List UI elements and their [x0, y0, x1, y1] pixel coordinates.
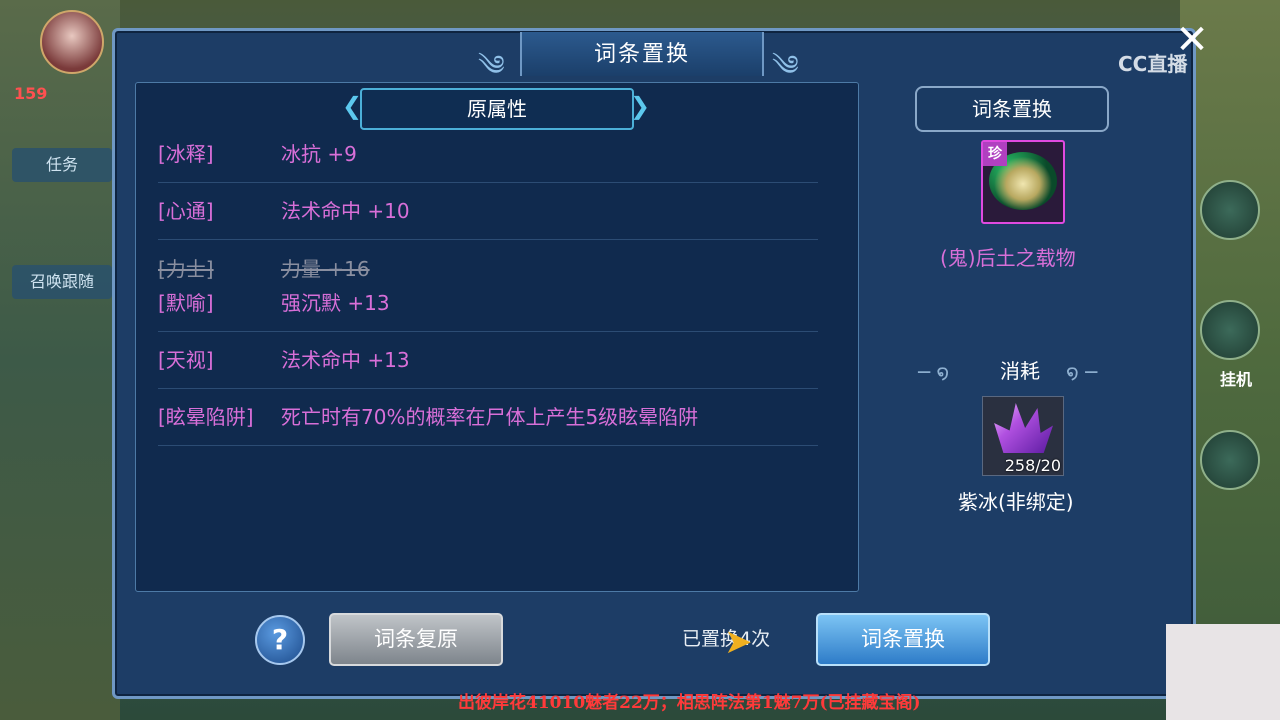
auto-battle-label: 挂机	[1219, 370, 1252, 389]
game-background-left	[0, 0, 120, 720]
attr-row: [冰释] 冰抗 +9	[158, 138, 818, 183]
replace-panel-title: 词条置换	[972, 97, 1052, 121]
attr-row: [心通] 法术命中 +10	[158, 195, 818, 240]
replace-affix-button[interactable]: 词条置换	[816, 613, 990, 666]
attr-key-removed: [力士]	[158, 257, 214, 281]
material-slot[interactable]: 258/20	[982, 396, 1064, 476]
chevron-left-icon: ❮	[342, 92, 363, 120]
dialog-title-bar: 词条置换	[520, 32, 764, 76]
attr-value: 冰抗 +9	[281, 142, 357, 166]
attr-row: [眩晕陷阱] 死亡时有70%的概率在尸体上产生5级眩晕陷阱	[158, 401, 818, 446]
help-button[interactable]: ?	[255, 615, 305, 665]
restore-affix-button[interactable]: 词条复原	[329, 613, 503, 666]
attr-row: [天视] 法术命中 +13	[158, 344, 818, 389]
webcam-overlay	[1166, 624, 1280, 720]
attr-value: 强沉默 +13	[281, 291, 390, 315]
attr-key: [默喻]	[158, 291, 214, 315]
task-button[interactable]: 任务	[12, 148, 112, 182]
attr-value: 死亡时有70%的概率在尸体上产生5级眩晕陷阱	[281, 405, 699, 429]
cursor-arrow-icon: ➤	[724, 622, 753, 662]
equipment-slot[interactable]: 珍	[981, 140, 1065, 224]
attr-value: 法术命中 +13	[281, 348, 410, 372]
plus-icon[interactable]	[1200, 180, 1260, 240]
purple-crystal-icon	[994, 403, 1053, 453]
attr-key: [心通]	[158, 199, 214, 223]
cloud-deco-right-icon: ໑ ─	[1066, 360, 1098, 384]
consume-title: 消耗	[1000, 359, 1040, 383]
player-avatar[interactable]	[40, 10, 104, 74]
original-attributes-header: 原属性	[360, 88, 634, 130]
attr-key: [眩晕陷阱]	[158, 405, 254, 429]
stream-banner-text: 出彼岸花41010魅者22万；相思阵法第1魅7万(已挂藏宝阁)	[458, 693, 921, 713]
material-count: 258/20	[1004, 456, 1061, 475]
stream-watermark: CC直播	[1118, 52, 1188, 76]
replace-panel-header: 词条置换	[915, 86, 1109, 132]
dialog-title: 词条置换	[593, 42, 690, 67]
player-level: 159	[14, 84, 48, 103]
material-name: 紫冰(非绑定)	[958, 490, 1074, 514]
attr-value: 法术命中 +10	[281, 199, 410, 223]
rare-badge: 珍	[983, 142, 1007, 166]
skill-icon[interactable]	[1200, 430, 1260, 490]
equipment-name: (鬼)后土之载物	[940, 246, 1076, 270]
original-attributes-title: 原属性	[467, 97, 527, 121]
attr-key: [冰释]	[158, 142, 214, 166]
cloud-deco-left-icon: ─ ໑	[918, 360, 950, 384]
summon-follow-button[interactable]: 召唤跟随	[12, 265, 112, 299]
title-swirl-right-icon: ༄	[772, 49, 799, 82]
auto-battle-icon[interactable]	[1200, 300, 1260, 360]
attr-key: [天视]	[158, 348, 214, 372]
attr-row: [力士] 力量 +16 [默喻] 强沉默 +13	[158, 253, 818, 332]
attr-value-removed: 力量 +16	[281, 257, 370, 281]
